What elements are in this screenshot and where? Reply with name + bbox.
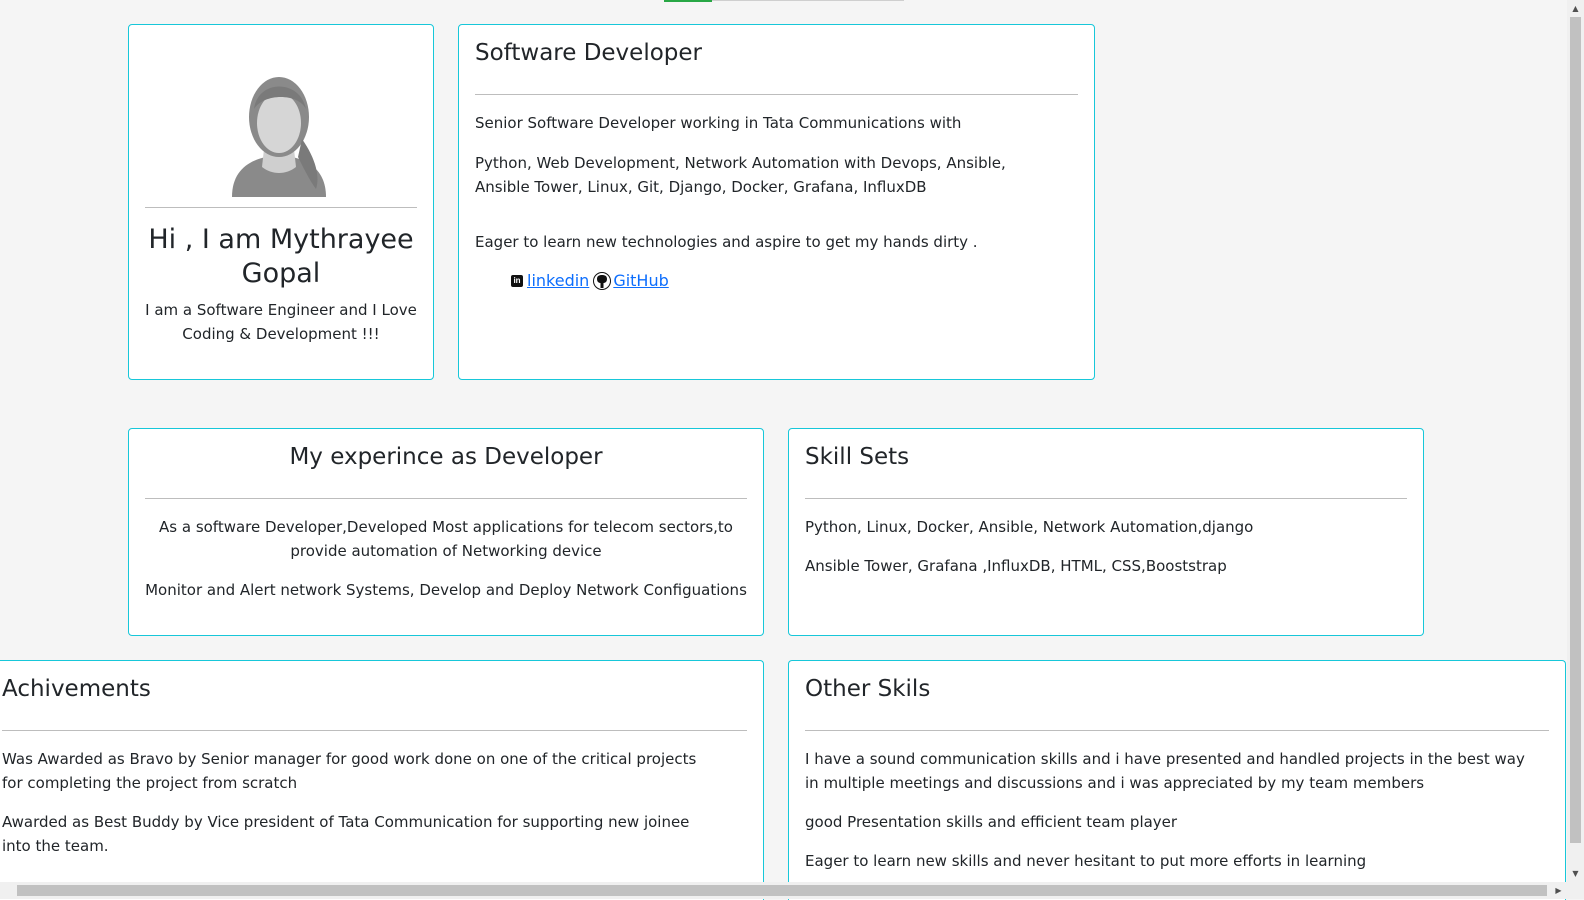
linkedin-link[interactable]: linkedin xyxy=(527,269,589,293)
female-avatar-icon xyxy=(232,77,326,197)
other-skill-item: good Presentation skills and efficient t… xyxy=(805,813,1178,831)
about-card: Software Developer Senior Software Devel… xyxy=(458,24,1095,380)
skills-card: Skill Sets Python, Linux, Docker, Ansibl… xyxy=(788,428,1424,636)
scroll-up-icon[interactable]: ▲ xyxy=(1567,0,1584,17)
achievements-card: Achivements Was Awarded as Bravo by Seni… xyxy=(0,660,764,900)
vertical-scrollbar[interactable]: ▲ ▼ xyxy=(1567,0,1584,882)
other-skills-card: Other Skils I have a sound communication… xyxy=(788,660,1566,900)
linkedin-icon: in xyxy=(511,275,523,287)
about-aspiration: Eager to learn new technologies and aspi… xyxy=(475,233,978,251)
experience-line-2: Monitor and Alert network Systems, Devel… xyxy=(145,581,747,599)
experience-title: My experince as Developer xyxy=(289,444,603,470)
skills-divider xyxy=(805,498,1407,499)
skills-title: Skill Sets xyxy=(805,444,910,470)
github-icon[interactable] xyxy=(593,272,612,290)
top-nav-accent xyxy=(664,0,712,2)
vertical-scroll-thumb[interactable] xyxy=(1570,17,1581,843)
experience-divider xyxy=(145,498,747,499)
achievement-item: Awarded as Best Buddy by Vice president … xyxy=(2,813,690,855)
social-links: in linkedin GitHub xyxy=(511,269,669,293)
achievement-item: Was Awarded as Bravo by Senior manager f… xyxy=(2,750,697,792)
experience-card: My experince as Developer As a software … xyxy=(128,428,764,636)
experience-line-1: As a software Developer,Developed Most a… xyxy=(159,518,733,560)
scroll-down-icon[interactable]: ▼ xyxy=(1567,865,1584,882)
other-skill-item: I have a sound communication skills and … xyxy=(805,750,1525,792)
horizontal-scrollbar[interactable]: ▶ xyxy=(0,882,1584,899)
profile-card: Hi , I am Mythrayee Gopal I am a Softwar… xyxy=(128,24,434,380)
top-nav-line xyxy=(712,0,904,1)
achievements-title: Achivements xyxy=(2,676,151,702)
other-skill-item: Eager to learn new skills and never hesi… xyxy=(805,852,1367,870)
other-skills-title: Other Skils xyxy=(805,676,931,702)
about-technologies: Python, Web Development, Network Automat… xyxy=(475,154,1006,196)
horizontal-scroll-thumb[interactable] xyxy=(17,885,1547,896)
about-divider xyxy=(475,94,1078,95)
scroll-right-icon[interactable]: ▶ xyxy=(1550,882,1567,899)
about-title: Software Developer xyxy=(475,40,702,66)
skills-line-1: Python, Linux, Docker, Ansible, Network … xyxy=(805,518,1254,536)
about-intro: Senior Software Developer working in Tat… xyxy=(475,114,962,132)
github-link[interactable]: GitHub xyxy=(613,269,668,293)
skills-line-2: Ansible Tower, Grafana ,InfluxDB, HTML, … xyxy=(805,557,1227,575)
profile-tagline: I am a Software Engineer and I Love Codi… xyxy=(145,301,417,343)
achievements-divider xyxy=(2,730,747,731)
profile-name: Hi , I am Mythrayee Gopal xyxy=(148,224,414,289)
profile-divider xyxy=(145,207,417,208)
other-skills-divider xyxy=(805,730,1549,731)
